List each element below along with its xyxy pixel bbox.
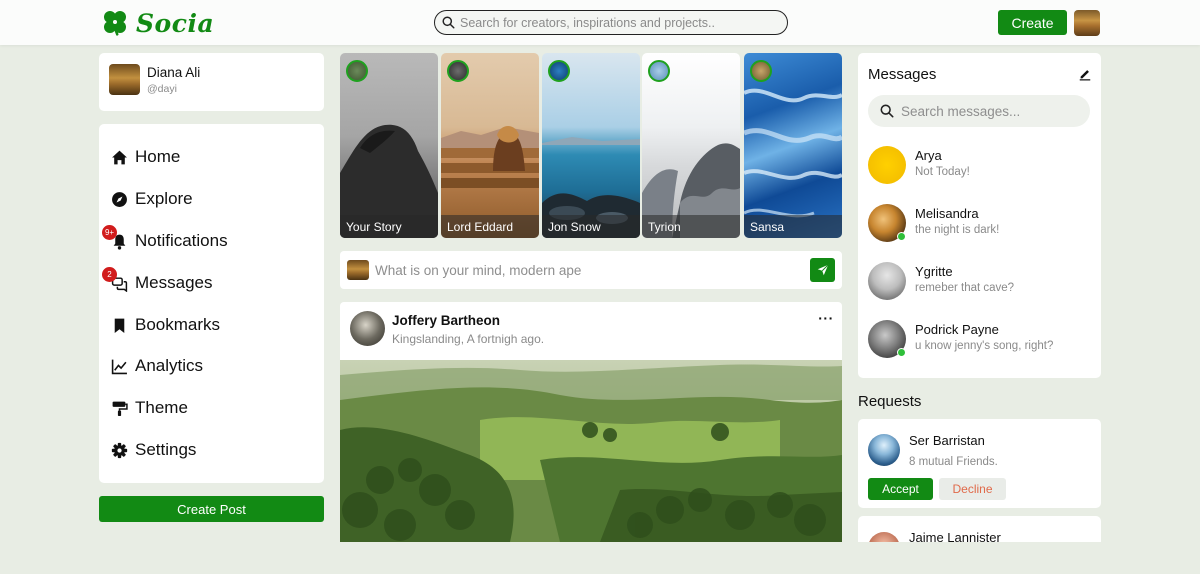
search-icon	[442, 16, 455, 29]
sidebar-item-label: Messages	[135, 273, 213, 292]
story-avatar	[346, 60, 368, 82]
post-composer	[340, 251, 842, 289]
messages-panel: Messages Arya Not Today! Melisandra the …	[858, 53, 1101, 378]
sidebar-item-messages[interactable]: 2 Messages	[102, 267, 311, 297]
sidebar-item-theme[interactable]: Theme	[111, 394, 311, 422]
story-avatar	[548, 60, 570, 82]
story-card[interactable]: Lord Eddard	[441, 53, 539, 238]
bookmark-icon	[114, 318, 125, 333]
request-mutual-friends: 8 mutual Friends.	[909, 456, 998, 468]
message-avatar	[868, 146, 906, 184]
messages-search-input[interactable]	[901, 103, 1081, 119]
accept-button[interactable]: Accept	[868, 478, 933, 500]
story-avatar	[750, 60, 772, 82]
home-icon	[112, 150, 127, 164]
sidebar-item-bookmarks[interactable]: Bookmarks	[111, 311, 311, 339]
friend-request: Ser Barristan 8 mutual Friends. Accept D…	[858, 419, 1101, 508]
story-card[interactable]: Sansa	[744, 53, 842, 238]
message-item[interactable]: Melisandra the night is dark!	[868, 202, 1090, 244]
post-author-avatar[interactable]	[350, 311, 385, 346]
clover-icon	[104, 11, 126, 36]
composer-input[interactable]	[375, 260, 805, 280]
search-icon	[880, 104, 894, 118]
message-avatar	[868, 262, 906, 300]
send-icon	[817, 264, 829, 276]
sidebar-item-label: Analytics	[135, 356, 204, 375]
chart-line-icon	[111, 359, 127, 374]
user-avatar[interactable]	[1074, 10, 1100, 36]
edit-icon[interactable]	[1078, 67, 1092, 81]
landscape-image	[340, 360, 842, 542]
sidebar-item-explore[interactable]: Explore	[111, 185, 311, 213]
sidebar-item-label: Home	[135, 147, 181, 166]
sidebar-item-analytics[interactable]: Analytics	[111, 352, 311, 380]
story-card[interactable]: Your Story	[340, 53, 438, 238]
logo[interactable]: Socia	[100, 8, 214, 38]
friend-request: Jaime Lannister	[858, 516, 1101, 542]
request-name[interactable]: Ser Barristan	[909, 433, 985, 448]
message-preview: Not Today!	[915, 166, 970, 178]
story-name: Jon Snow	[542, 215, 640, 238]
create-button[interactable]: Create	[998, 10, 1067, 35]
sidebar-item-settings[interactable]: Settings	[111, 436, 311, 464]
requests-title: Requests	[858, 393, 922, 410]
message-sender: Ygritte	[915, 264, 953, 279]
more-options-button[interactable]: ···	[816, 310, 836, 326]
compass-icon	[112, 191, 127, 207]
message-preview: remeber that cave?	[915, 282, 1015, 294]
post-image[interactable]	[340, 360, 842, 542]
message-item[interactable]: Arya Not Today!	[868, 144, 1090, 186]
message-sender: Podrick Payne	[915, 322, 999, 337]
post-author-name[interactable]: Joffery Bartheon	[392, 313, 500, 328]
story-name: Lord Eddard	[441, 215, 539, 238]
feed-post: Joffery Bartheon Kingslanding, A fortnig…	[340, 302, 842, 542]
story-name: Sansa	[744, 215, 842, 238]
sidebar-item-label: Settings	[135, 440, 197, 459]
profile-handle: @dayi	[147, 83, 177, 95]
profile-name: Diana Ali	[147, 65, 201, 80]
sidebar-item-label: Notifications	[135, 231, 228, 250]
messages-search[interactable]	[868, 95, 1090, 127]
send-button[interactable]	[810, 258, 835, 282]
sidebar-item-label: Explore	[135, 189, 193, 208]
profile-avatar	[109, 64, 140, 95]
message-item[interactable]: Ygritte remeber that cave?	[868, 260, 1090, 302]
message-preview: u know jenny's song, right?	[915, 340, 1054, 352]
story-avatar	[447, 60, 469, 82]
gear-icon	[111, 442, 128, 458]
decline-button[interactable]: Decline	[939, 478, 1006, 500]
messages-badge: 2	[102, 267, 117, 282]
sidebar-item-label: Theme	[135, 398, 188, 417]
messages-title: Messages	[868, 66, 937, 83]
story-avatar	[648, 60, 670, 82]
create-post-button[interactable]: Create Post	[99, 496, 324, 522]
sidebar-item-home[interactable]: Home	[111, 143, 311, 171]
app-name: Socia	[136, 8, 215, 38]
request-avatar[interactable]	[868, 434, 900, 466]
online-indicator	[897, 232, 906, 241]
sidebar-item-label: Bookmarks	[135, 315, 221, 334]
story-card[interactable]: Jon Snow	[542, 53, 640, 238]
online-indicator	[897, 348, 906, 357]
profile-card[interactable]: Diana Ali @dayi	[99, 53, 324, 111]
paint-roller-icon	[112, 401, 128, 416]
message-sender: Arya	[915, 148, 942, 163]
sidebar-item-notifications[interactable]: 9+ Notifications	[102, 225, 311, 255]
story-name: Tyrion	[642, 215, 740, 238]
global-search[interactable]	[434, 10, 788, 35]
sidebar-menu: Home Explore 9+ Notifications 2 Messages…	[99, 124, 324, 483]
request-name[interactable]: Jaime Lannister	[909, 530, 1001, 542]
notification-badge: 9+	[102, 225, 117, 240]
message-item[interactable]: Podrick Payne u know jenny's song, right…	[868, 318, 1090, 360]
story-name: Your Story	[340, 215, 438, 238]
message-sender: Melisandra	[915, 206, 979, 221]
composer-avatar	[347, 260, 369, 280]
global-search-input[interactable]	[460, 15, 780, 30]
post-meta: Kingslanding, A fortnigh ago.	[392, 332, 545, 346]
top-navbar: Socia Create	[0, 0, 1200, 45]
message-preview: the night is dark!	[915, 224, 1000, 236]
story-card[interactable]: Tyrion	[642, 53, 740, 238]
request-avatar[interactable]	[868, 532, 900, 542]
